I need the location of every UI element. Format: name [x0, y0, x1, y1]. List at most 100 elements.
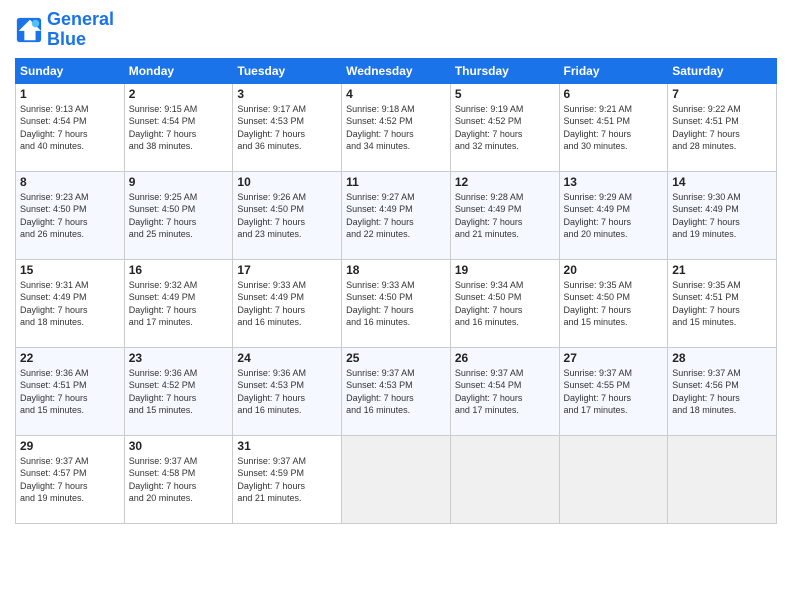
calendar-week-3: 15 Sunrise: 9:31 AM Sunset: 4:49 PM Dayli… — [16, 259, 777, 347]
calendar-cell: 18Sunrise: 9:33 AM Sunset: 4:50 PM Dayli… — [342, 259, 451, 347]
calendar-cell: 9 Sunrise: 9:25 AM Sunset: 4:50 PM Daylig… — [124, 171, 233, 259]
calendar-cell: 28 Sunrise: 9:37 AM Sunset: 4:56 PM Dayli… — [668, 347, 777, 435]
weekday-header-saturday: Saturday — [668, 58, 777, 83]
day-number: 10 — [237, 175, 337, 189]
calendar-week-2: 8 Sunrise: 9:23 AM Sunset: 4:50 PM Daylig… — [16, 171, 777, 259]
day-number: 4 — [346, 87, 446, 101]
weekday-header-row: SundayMondayTuesdayWednesdayThursdayFrid… — [16, 58, 777, 83]
day-number: 9 — [129, 175, 229, 189]
calendar-cell — [342, 435, 451, 523]
day-number: 8 — [20, 175, 120, 189]
weekday-header-wednesday: Wednesday — [342, 58, 451, 83]
logo-general: General — [47, 9, 114, 29]
calendar-cell: 29 Sunrise: 9:37 AM Sunset: 4:57 PM Dayli… — [16, 435, 125, 523]
day-number: 26 — [455, 351, 555, 365]
day-number: 17 — [237, 263, 337, 277]
day-number: 31 — [237, 439, 337, 453]
calendar-cell: 7 Sunrise: 9:22 AM Sunset: 4:51 PM Daylig… — [668, 83, 777, 171]
calendar-cell: 2 Sunrise: 9:15 AM Sunset: 4:54 PM Daylig… — [124, 83, 233, 171]
weekday-header-friday: Friday — [559, 58, 668, 83]
calendar-cell: 14 Sunrise: 9:30 AM Sunset: 4:49 PM Dayli… — [668, 171, 777, 259]
day-info: Sunrise: 9:19 AM Sunset: 4:52 PM Dayligh… — [455, 103, 555, 153]
day-info: Sunrise: 9:37 AM Sunset: 4:58 PM Dayligh… — [129, 455, 229, 505]
day-number: 15 — [20, 263, 120, 277]
day-number: 28 — [672, 351, 772, 365]
calendar-cell: 12Sunrise: 9:28 AM Sunset: 4:49 PM Dayli… — [450, 171, 559, 259]
calendar-cell: 4 Sunrise: 9:18 AM Sunset: 4:52 PM Daylig… — [342, 83, 451, 171]
day-info: Sunrise: 9:21 AM Sunset: 4:51 PM Dayligh… — [564, 103, 664, 153]
day-info: Sunrise: 9:37 AM Sunset: 4:56 PM Dayligh… — [672, 367, 772, 417]
day-number: 3 — [237, 87, 337, 101]
calendar-cell: 6 Sunrise: 9:21 AM Sunset: 4:51 PM Daylig… — [559, 83, 668, 171]
day-number: 22 — [20, 351, 120, 365]
day-number: 29 — [20, 439, 120, 453]
calendar-cell: 3 Sunrise: 9:17 AM Sunset: 4:53 PM Daylig… — [233, 83, 342, 171]
day-info: Sunrise: 9:30 AM Sunset: 4:49 PM Dayligh… — [672, 191, 772, 241]
weekday-header-thursday: Thursday — [450, 58, 559, 83]
calendar-cell: 16 Sunrise: 9:32 AM Sunset: 4:49 PM Dayli… — [124, 259, 233, 347]
weekday-header-tuesday: Tuesday — [233, 58, 342, 83]
day-number: 25 — [346, 351, 446, 365]
day-number: 16 — [129, 263, 229, 277]
calendar-cell: 10Sunrise: 9:26 AM Sunset: 4:50 PM Dayli… — [233, 171, 342, 259]
calendar-cell: 20Sunrise: 9:35 AM Sunset: 4:50 PM Dayli… — [559, 259, 668, 347]
header: General Blue — [15, 10, 777, 50]
day-info: Sunrise: 9:36 AM Sunset: 4:53 PM Dayligh… — [237, 367, 337, 417]
calendar-week-5: 29 Sunrise: 9:37 AM Sunset: 4:57 PM Dayli… — [16, 435, 777, 523]
day-number: 5 — [455, 87, 555, 101]
day-info: Sunrise: 9:33 AM Sunset: 4:50 PM Dayligh… — [346, 279, 446, 329]
calendar-cell: 17 Sunrise: 9:33 AM Sunset: 4:49 PM Dayli… — [233, 259, 342, 347]
day-info: Sunrise: 9:37 AM Sunset: 4:57 PM Dayligh… — [20, 455, 120, 505]
calendar-cell: 25 Sunrise: 9:37 AM Sunset: 4:53 PM Dayli… — [342, 347, 451, 435]
day-info: Sunrise: 9:33 AM Sunset: 4:49 PM Dayligh… — [237, 279, 337, 329]
calendar-cell: 31Sunrise: 9:37 AM Sunset: 4:59 PM Dayli… — [233, 435, 342, 523]
day-number: 20 — [564, 263, 664, 277]
day-info: Sunrise: 9:36 AM Sunset: 4:52 PM Dayligh… — [129, 367, 229, 417]
calendar-cell — [668, 435, 777, 523]
calendar-cell: 24Sunrise: 9:36 AM Sunset: 4:53 PM Dayli… — [233, 347, 342, 435]
calendar-cell: 15 Sunrise: 9:31 AM Sunset: 4:49 PM Dayli… — [16, 259, 125, 347]
day-info: Sunrise: 9:23 AM Sunset: 4:50 PM Dayligh… — [20, 191, 120, 241]
day-number: 13 — [564, 175, 664, 189]
day-info: Sunrise: 9:22 AM Sunset: 4:51 PM Dayligh… — [672, 103, 772, 153]
day-info: Sunrise: 9:36 AM Sunset: 4:51 PM Dayligh… — [20, 367, 120, 417]
calendar-cell: 19 Sunrise: 9:34 AM Sunset: 4:50 PM Dayli… — [450, 259, 559, 347]
calendar-body: 1Sunrise: 9:13 AM Sunset: 4:54 PM Daylig… — [16, 83, 777, 523]
day-number: 6 — [564, 87, 664, 101]
calendar-cell — [450, 435, 559, 523]
calendar-cell: 13 Sunrise: 9:29 AM Sunset: 4:49 PM Dayli… — [559, 171, 668, 259]
calendar-cell: 1Sunrise: 9:13 AM Sunset: 4:54 PM Daylig… — [16, 83, 125, 171]
day-number: 27 — [564, 351, 664, 365]
day-number: 7 — [672, 87, 772, 101]
logo-text: General Blue — [47, 10, 114, 50]
calendar-week-1: 1Sunrise: 9:13 AM Sunset: 4:54 PM Daylig… — [16, 83, 777, 171]
day-info: Sunrise: 9:15 AM Sunset: 4:54 PM Dayligh… — [129, 103, 229, 153]
day-info: Sunrise: 9:34 AM Sunset: 4:50 PM Dayligh… — [455, 279, 555, 329]
day-info: Sunrise: 9:32 AM Sunset: 4:49 PM Dayligh… — [129, 279, 229, 329]
day-number: 19 — [455, 263, 555, 277]
day-number: 11 — [346, 175, 446, 189]
day-info: Sunrise: 9:27 AM Sunset: 4:49 PM Dayligh… — [346, 191, 446, 241]
calendar-cell: 30 Sunrise: 9:37 AM Sunset: 4:58 PM Dayli… — [124, 435, 233, 523]
calendar-cell: 8 Sunrise: 9:23 AM Sunset: 4:50 PM Daylig… — [16, 171, 125, 259]
weekday-header-sunday: Sunday — [16, 58, 125, 83]
day-info: Sunrise: 9:37 AM Sunset: 4:54 PM Dayligh… — [455, 367, 555, 417]
day-number: 12 — [455, 175, 555, 189]
calendar-cell: 11 Sunrise: 9:27 AM Sunset: 4:49 PM Dayli… — [342, 171, 451, 259]
day-number: 14 — [672, 175, 772, 189]
calendar-cell: 27 Sunrise: 9:37 AM Sunset: 4:55 PM Dayli… — [559, 347, 668, 435]
day-info: Sunrise: 9:29 AM Sunset: 4:49 PM Dayligh… — [564, 191, 664, 241]
day-number: 21 — [672, 263, 772, 277]
day-info: Sunrise: 9:31 AM Sunset: 4:49 PM Dayligh… — [20, 279, 120, 329]
day-info: Sunrise: 9:18 AM Sunset: 4:52 PM Dayligh… — [346, 103, 446, 153]
day-info: Sunrise: 9:37 AM Sunset: 4:55 PM Dayligh… — [564, 367, 664, 417]
day-info: Sunrise: 9:37 AM Sunset: 4:53 PM Dayligh… — [346, 367, 446, 417]
day-info: Sunrise: 9:25 AM Sunset: 4:50 PM Dayligh… — [129, 191, 229, 241]
calendar-cell: 5 Sunrise: 9:19 AM Sunset: 4:52 PM Daylig… — [450, 83, 559, 171]
calendar-cell — [559, 435, 668, 523]
day-info: Sunrise: 9:17 AM Sunset: 4:53 PM Dayligh… — [237, 103, 337, 153]
calendar-cell: 26 Sunrise: 9:37 AM Sunset: 4:54 PM Dayli… — [450, 347, 559, 435]
day-number: 30 — [129, 439, 229, 453]
day-number: 2 — [129, 87, 229, 101]
logo: General Blue — [15, 10, 114, 50]
